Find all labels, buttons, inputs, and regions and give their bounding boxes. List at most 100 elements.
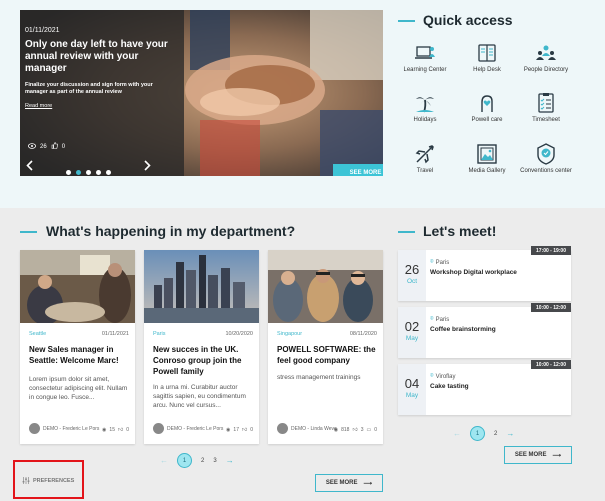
badge-check-icon: [537, 143, 555, 165]
hero-carousel[interactable]: 01/11/2021 Only one day left to have you…: [20, 10, 383, 176]
event-date: 04 May: [398, 364, 426, 415]
thumb-up-icon[interactable]: 👍︎: [242, 427, 247, 433]
avatar: [153, 423, 164, 434]
events-see-more-button[interactable]: SEE MORE ⟶: [504, 446, 572, 464]
news-card-date: 10/20/2020: [225, 331, 253, 337]
news-card-image: [20, 250, 135, 323]
avatar: [277, 423, 288, 434]
eye-icon: ◉: [333, 427, 339, 433]
news-card-excerpt: stress management trainings: [277, 374, 361, 381]
event-day: 04: [404, 376, 420, 391]
carousel-dots: [66, 170, 111, 175]
arrow-left-icon[interactable]: ←: [160, 456, 168, 465]
quick-access-title: Quick access: [423, 12, 513, 28]
event-card[interactable]: 26 Oct 17:00 - 19:00 ⌾ Paris Workshop Di…: [398, 246, 571, 301]
section-accent-line: [398, 20, 415, 22]
news-card-image: [144, 250, 259, 323]
carousel-dot[interactable]: [106, 170, 111, 175]
news-card-title[interactable]: New Sales manager in Seattle: Welcome Ma…: [29, 344, 132, 366]
news-card-excerpt: Lorem ipsum dolor sit amet, consectetur …: [29, 376, 128, 401]
hero-see-more-button[interactable]: SEE MORE: [333, 164, 383, 176]
event-card[interactable]: 02 May 10:00 - 12:00 ⌾ Paris Coffee brai…: [398, 303, 571, 358]
lets-meet-title: Let's meet!: [423, 223, 497, 239]
event-title[interactable]: Coffee brainstorming: [430, 326, 496, 333]
comment-icon[interactable]: ▭: [366, 427, 371, 433]
hero-likes: 0: [61, 143, 66, 150]
arrow-right-icon[interactable]: →: [506, 429, 514, 438]
news-card-image: [268, 250, 383, 323]
section-accent-line: [20, 231, 37, 233]
location-pin-icon: ⌾: [430, 316, 434, 322]
quick-link-holidays[interactable]: Holidays: [390, 92, 460, 124]
carousel-dot[interactable]: [86, 170, 91, 175]
page-link[interactable]: 2: [494, 431, 497, 437]
news-card[interactable]: Singapour 08/11/2020 POWELL SOFTWARE: th…: [268, 250, 383, 444]
chevron-left-icon[interactable]: [26, 160, 33, 174]
news-card-title[interactable]: New succes in the UK. Conroso group join…: [153, 344, 256, 377]
page-link[interactable]: 2: [201, 458, 204, 464]
people-icon: [536, 45, 556, 60]
quick-link-people-directory[interactable]: People Directory: [511, 42, 581, 74]
event-location: Paris: [435, 259, 450, 266]
news-card[interactable]: Seattle 01/11/2021 New Sales manager in …: [20, 250, 135, 444]
picture-icon: [477, 144, 497, 164]
quick-link-timesheet[interactable]: Timesheet: [511, 92, 581, 124]
news-card-author: DEMO - Linda Weve: [277, 423, 337, 434]
quick-link-travel[interactable]: Travel: [390, 143, 460, 175]
news-card-title[interactable]: POWELL SOFTWARE: the feel good company: [277, 344, 380, 366]
arrow-right-icon: ⟶: [552, 452, 562, 459]
airplane-icon: [415, 145, 434, 164]
news-card-location: Paris: [153, 331, 166, 337]
preferences-button[interactable]: PREFERENCES: [22, 477, 74, 484]
chevron-right-icon[interactable]: [144, 160, 151, 174]
news-card-date: 08/11/2020: [349, 331, 377, 337]
eye-icon: [28, 142, 36, 151]
thumb-up-icon[interactable]: 👍︎: [118, 427, 123, 433]
eye-icon: ◉: [226, 427, 231, 433]
location-pin-icon: ⌾: [430, 373, 434, 379]
event-title[interactable]: Cake tasting: [430, 383, 469, 390]
page-link[interactable]: 3: [213, 458, 216, 464]
event-time-badge: 10:00 - 12:00: [530, 360, 571, 369]
hero-title[interactable]: Only one day left to have your annual re…: [25, 39, 175, 75]
news-card-author: DEMO - Frederic Le Pors: [153, 423, 223, 434]
news-card-location: Seattle: [29, 331, 47, 337]
carousel-dot-active[interactable]: [76, 170, 81, 175]
events-pagination: ← 1 2 →: [453, 426, 514, 441]
news-card[interactable]: Paris 10/20/2020 New succes in the UK. C…: [144, 250, 259, 444]
location-pin-icon: ⌾: [430, 259, 434, 265]
hero-read-more-link[interactable]: Read more: [25, 103, 52, 109]
quick-link-conventions-center[interactable]: Conventions center: [511, 143, 581, 175]
hero-views: 26: [40, 143, 47, 150]
event-card[interactable]: 04 May 10:00 - 12:00 ⌾ Viroflay Cake tas…: [398, 360, 571, 415]
news-card-author: DEMO - Frederic Le Pors: [29, 423, 99, 434]
event-time-badge: 10:00 - 12:00: [530, 303, 571, 312]
department-see-more-button[interactable]: SEE MORE ⟶: [315, 474, 383, 492]
news-card-stats: ◉ 15 👍︎ 0: [102, 427, 129, 433]
eye-icon: ◉: [102, 427, 107, 433]
news-card-date: 01/11/2021: [101, 331, 129, 337]
page-current[interactable]: 1: [470, 426, 485, 441]
news-card-stats: ◉ 17 👍︎ 0: [226, 427, 253, 433]
event-date: 26 Oct: [398, 250, 426, 301]
hand-heart-icon: [481, 95, 493, 112]
thumb-up-icon[interactable]: [51, 142, 58, 151]
book-icon: [478, 44, 496, 62]
event-date: 02 May: [398, 307, 426, 358]
news-card-excerpt: In a urna mi. Curabitur auctor sagittis …: [153, 384, 246, 409]
page-current[interactable]: 1: [177, 453, 192, 468]
quick-link-learning-center[interactable]: Learning Center: [390, 42, 460, 74]
laptop-person-icon: [415, 46, 435, 59]
event-title[interactable]: Workshop Digital workplace: [430, 269, 517, 276]
carousel-dot[interactable]: [66, 170, 71, 175]
department-title: What's happening in my department?: [46, 223, 296, 239]
event-month: Oct: [406, 278, 418, 285]
event-location: Paris: [435, 316, 450, 323]
event-time-badge: 17:00 - 19:00: [530, 246, 571, 255]
arrow-left-icon[interactable]: ←: [453, 429, 461, 438]
sliders-icon: [22, 477, 30, 484]
thumb-up-icon[interactable]: 👍︎: [352, 427, 357, 433]
arrow-right-icon[interactable]: →: [226, 456, 234, 465]
carousel-dot[interactable]: [96, 170, 101, 175]
news-card-stats: ◉ 818 👍︎ 3 ▭ 0: [333, 427, 377, 433]
